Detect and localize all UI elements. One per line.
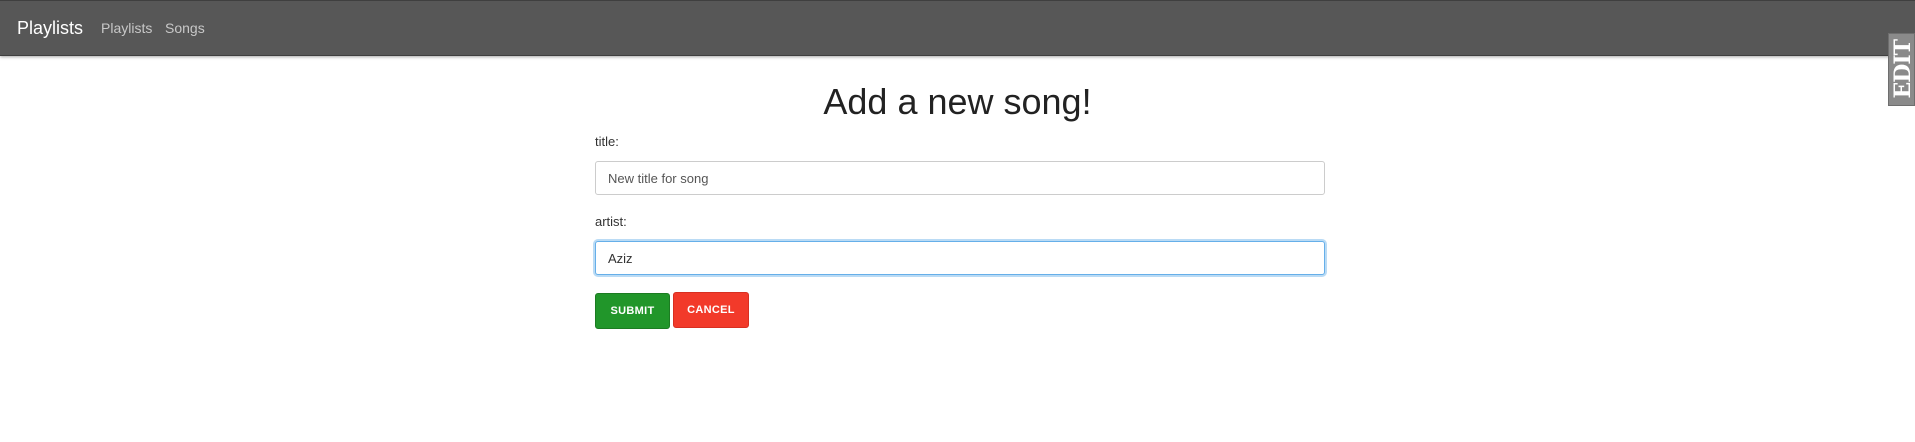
- page-title: Add a new song!: [823, 81, 1092, 122]
- title-input[interactable]: [595, 161, 1325, 195]
- edit-side-tab-label: EDIT: [1890, 40, 1915, 99]
- navbar-brand[interactable]: Playlists: [17, 17, 83, 39]
- artist-label: artist:: [595, 214, 627, 229]
- artist-input[interactable]: [595, 241, 1325, 275]
- nav-link-playlists[interactable]: Playlists: [101, 19, 152, 37]
- title-label: title:: [595, 134, 619, 149]
- submit-button[interactable]: SUBMIT: [595, 293, 670, 329]
- nav-link-songs[interactable]: Songs: [165, 19, 205, 37]
- edit-side-tab[interactable]: EDIT: [1888, 33, 1915, 106]
- top-navbar: Playlists Playlists Songs: [0, 0, 1915, 56]
- cancel-button[interactable]: CANCEL: [673, 292, 749, 328]
